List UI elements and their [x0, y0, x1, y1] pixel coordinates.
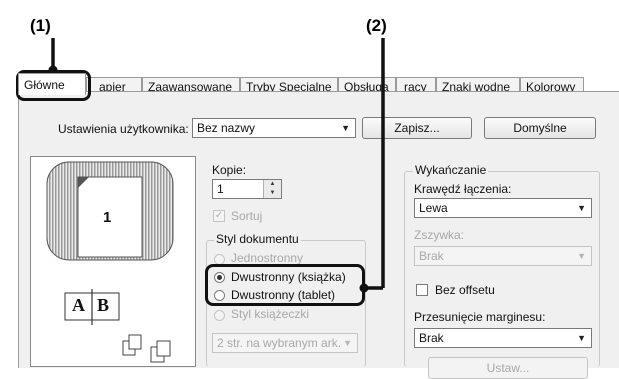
booklet-letter-right: B — [97, 295, 110, 315]
chevron-down-icon: ▼ — [341, 123, 350, 133]
staple-label: Zszywka: — [414, 228, 465, 242]
tab-glowne[interactable]: Główne — [18, 73, 86, 95]
single-sided-label: Jednostronny — [231, 251, 304, 265]
n-up-icon — [122, 334, 171, 363]
spin-down-icon[interactable]: ▼ — [264, 189, 281, 198]
preview-panel: 1 A B — [30, 156, 196, 367]
callout-highlight-duplex — [205, 264, 365, 306]
callout-label-2: (2) — [366, 16, 387, 35]
copies-label: Kopie: — [212, 163, 247, 177]
save-button[interactable]: Zapisz... — [362, 117, 472, 139]
booklet-letter-left: A — [72, 295, 85, 315]
no-offset-label: Bez offsetu — [435, 283, 495, 297]
staple-value: Brak — [419, 249, 444, 263]
pages-per-sheet-select[interactable]: 2 str. na wybranym ark. ▼ — [212, 333, 358, 353]
radio-booklet-style[interactable] — [214, 310, 225, 321]
user-settings-label: Ustawienia użytkownika: — [58, 122, 189, 136]
document-style-legend: Styl dokumentu — [214, 232, 301, 246]
collate-checkbox[interactable]: ✓ — [213, 210, 225, 222]
margin-shift-label: Przesunięcie marginesu: — [414, 310, 546, 324]
spin-up-icon[interactable]: ▲ — [264, 180, 281, 189]
chevron-down-icon: ▼ — [577, 333, 586, 343]
chevron-down-icon: ▼ — [577, 251, 586, 261]
preview-graphic — [46, 161, 174, 363]
no-offset-checkbox[interactable] — [416, 284, 428, 296]
binding-edge-select[interactable]: Lewa ▼ — [414, 198, 592, 218]
pages-per-sheet-value: 2 str. na wybranym ark. — [217, 336, 342, 350]
user-settings-value: Bez nazwy — [197, 121, 256, 135]
binding-edge-value: Lewa — [419, 201, 448, 215]
copies-stepper[interactable]: 1 ▲ ▼ — [212, 179, 282, 199]
default-button[interactable]: Domyślne — [484, 117, 596, 139]
copies-value: 1 — [217, 182, 224, 196]
staple-select[interactable]: Brak ▼ — [414, 246, 592, 266]
finishing-legend: Wykańczanie — [413, 163, 489, 177]
preview-page-number: 1 — [103, 209, 112, 226]
callout-label-1: (1) — [30, 16, 51, 35]
user-settings-select[interactable]: Bez nazwy ▼ — [192, 118, 356, 138]
set-button[interactable]: Ustaw... — [428, 357, 588, 379]
margin-shift-select[interactable]: Brak ▼ — [414, 328, 592, 348]
collate-label: Sortuj — [231, 209, 263, 223]
booklet-style-label: Styl książeczki — [231, 307, 310, 321]
binding-edge-label: Krawędź łączenia: — [414, 182, 512, 196]
margin-shift-value: Brak — [419, 331, 444, 345]
chevron-down-icon: ▼ — [343, 338, 352, 348]
chevron-down-icon: ▼ — [577, 203, 586, 213]
copies-spin-buttons[interactable]: ▲ ▼ — [263, 180, 281, 198]
